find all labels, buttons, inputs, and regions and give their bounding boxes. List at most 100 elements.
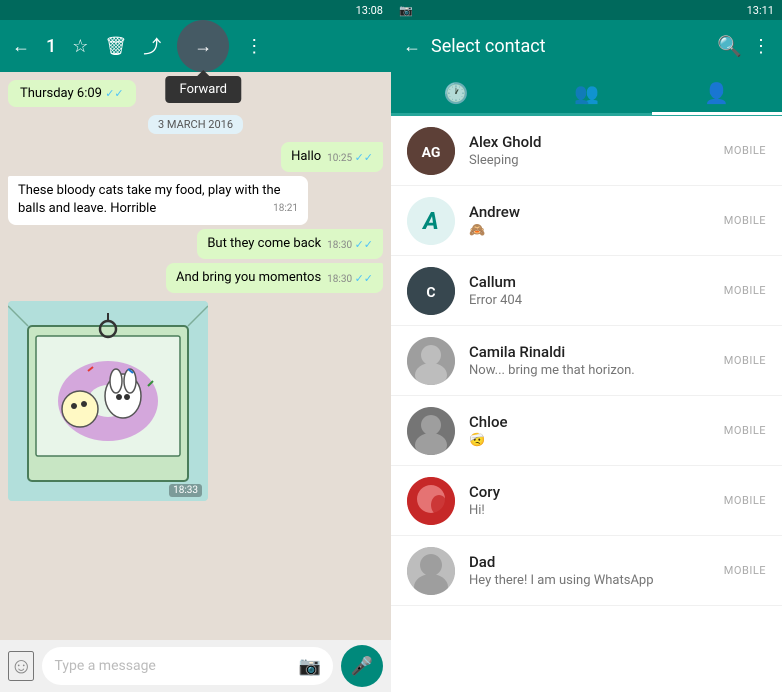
contact-dad[interactable]: Dad Hey there! I am using WhatsApp MOBIL…	[391, 536, 782, 606]
avatar-callum: C	[407, 267, 455, 315]
status-bar-right: 📷 13:11	[391, 0, 782, 20]
select-contact-title: Select contact	[431, 36, 707, 57]
avatar-alex-img: AG	[407, 127, 455, 175]
message-meta: 6:09 ✓✓	[77, 86, 124, 101]
contact-info-dad: Dad Hey there! I am using WhatsApp	[469, 553, 724, 588]
avatar-camila	[407, 337, 455, 385]
contact-callum[interactable]: C Callum Error 404 MOBILE	[391, 256, 782, 326]
contact-status-callum: Error 404	[469, 293, 724, 308]
contact-tabs: 🕐 👥 👤	[391, 72, 782, 116]
contact-info-callum: Callum Error 404	[469, 273, 724, 308]
message-meta: 18:30 ✓✓	[327, 271, 373, 287]
selected-count: 1	[46, 36, 56, 57]
contact-select-panel: 📷 13:11 ← Select contact 🔍 ⋮ 🕐 👥 👤 AG	[391, 0, 782, 692]
sticker-svg	[8, 301, 208, 501]
forward-button[interactable]: → Forward	[177, 20, 229, 72]
contact-info-chloe: Chloe 🤕	[469, 413, 724, 448]
message-thursday: Thursday 6:09 ✓✓	[8, 80, 136, 107]
svg-text:C: C	[426, 285, 435, 301]
status-left-time: 13:08	[356, 4, 383, 17]
avatar-callum-img: C	[407, 267, 455, 315]
message-momentos: And bring you momentos 18:30 ✓✓	[166, 263, 383, 293]
search-button[interactable]: 🔍	[717, 34, 742, 59]
more-options-button[interactable]: ⋮	[245, 36, 263, 57]
back-button-right[interactable]: ←	[403, 36, 421, 57]
avatar-chloe-img	[407, 407, 455, 455]
contact-status-camila: Now... bring me that horizon.	[469, 363, 724, 378]
mic-button[interactable]: 🎤	[341, 645, 383, 687]
avatar-cory-img	[407, 477, 455, 525]
contact-andrew[interactable]: A Andrew 🙈 MOBILE	[391, 186, 782, 256]
message-meta: 18:30 ✓✓	[327, 237, 373, 253]
contact-list: AG Alex Ghold Sleeping MOBILE A Andrew 🙈…	[391, 116, 782, 692]
delete-button[interactable]: 🗑	[104, 36, 127, 57]
contact-camila[interactable]: Camila Rinaldi Now... bring me that hori…	[391, 326, 782, 396]
tab-contacts[interactable]: 👤	[652, 74, 782, 115]
message-text: Hallo	[291, 149, 321, 164]
contacts-icon: 👤	[704, 81, 729, 105]
contact-type-camila: MOBILE	[724, 354, 766, 367]
contact-name-camila: Camila Rinaldi	[469, 343, 724, 361]
contact-name-andrew: Andrew	[469, 203, 724, 221]
message-text: Thursday	[20, 86, 74, 101]
avatar-camila-img	[407, 337, 455, 385]
mic-icon: 🎤	[351, 656, 373, 677]
contact-name-cory: Cory	[469, 483, 724, 501]
message-cats: These bloody cats take my food, play wit…	[8, 176, 308, 224]
recent-icon: 🕐	[444, 81, 469, 105]
contact-name-chloe: Chloe	[469, 413, 724, 431]
forward-icon: →	[194, 36, 212, 57]
date-badge: 3 MARCH 2016	[148, 115, 243, 134]
contact-status-andrew: 🙈	[469, 223, 724, 238]
message-meta: 10:25 ✓✓	[327, 150, 373, 166]
svg-text:AG: AG	[422, 145, 441, 161]
contact-status-cory: Hi!	[469, 503, 724, 518]
star-button[interactable]: ☆	[72, 36, 88, 57]
groups-icon: 👥	[574, 81, 599, 105]
message-text: These bloody cats take my food, play wit…	[18, 183, 281, 216]
avatar-alex: AG	[407, 127, 455, 175]
contact-status-alex: Sleeping	[469, 153, 724, 168]
contact-name-callum: Callum	[469, 273, 724, 291]
tab-recent[interactable]: 🕐	[391, 74, 521, 115]
select-contact-toolbar: ← Select contact 🔍 ⋮	[391, 20, 782, 72]
contact-cory[interactable]: Cory Hi! MOBILE	[391, 466, 782, 536]
avatar-andrew: A	[407, 197, 455, 245]
message-back: But they come back 18:30 ✓✓	[197, 229, 383, 259]
message-meta: 18:21	[273, 202, 298, 216]
emoji-button[interactable]: ☺	[8, 651, 34, 681]
avatar-andrew-img: A	[407, 197, 455, 245]
contact-type-alex: MOBILE	[724, 144, 766, 157]
avatar-dad	[407, 547, 455, 595]
more-options-button-right[interactable]: ⋮	[752, 36, 770, 57]
message-text: But they come back	[207, 236, 321, 251]
contact-type-callum: MOBILE	[724, 284, 766, 297]
sticker-timestamp: 18:33	[169, 484, 202, 497]
chat-toolbar: ← 1 ☆ 🗑 ⤴ → Forward ⋮	[0, 20, 391, 72]
contact-type-dad: MOBILE	[724, 564, 766, 577]
camera-button[interactable]: 📷	[299, 656, 321, 677]
contact-status-chloe: 🤕	[469, 433, 724, 448]
forward-tooltip: Forward	[166, 76, 241, 103]
contact-info-camila: Camila Rinaldi Now... bring me that hori…	[469, 343, 724, 378]
message-placeholder: Type a message	[54, 658, 155, 674]
contact-name-dad: Dad	[469, 553, 724, 571]
message-text: And bring you momentos	[176, 270, 321, 285]
back-button[interactable]: ←	[12, 36, 30, 57]
contact-chloe[interactable]: Chloe 🤕 MOBILE	[391, 396, 782, 466]
contact-info-cory: Cory Hi!	[469, 483, 724, 518]
contact-alex[interactable]: AG Alex Ghold Sleeping MOBILE	[391, 116, 782, 186]
contact-type-andrew: MOBILE	[724, 214, 766, 227]
message-input-bar: ☺ Type a message 📷 🎤	[0, 640, 391, 692]
sticker-image: 18:33	[8, 301, 208, 501]
chat-panel: 13:08 ← 1 ☆ 🗑 ⤴ → Forward ⋮ Thursday 6:0…	[0, 0, 391, 692]
avatar-dad-img	[407, 547, 455, 595]
contact-name-alex: Alex Ghold	[469, 133, 724, 151]
status-right-time: 13:11	[747, 4, 774, 17]
contact-type-chloe: MOBILE	[724, 424, 766, 437]
tab-groups[interactable]: 👥	[521, 74, 651, 115]
share-button[interactable]: ⤴	[143, 33, 161, 59]
sticker-message: 18:33	[8, 301, 208, 501]
message-input[interactable]: Type a message 📷	[42, 647, 333, 685]
status-icons-right: 📷	[399, 4, 413, 17]
